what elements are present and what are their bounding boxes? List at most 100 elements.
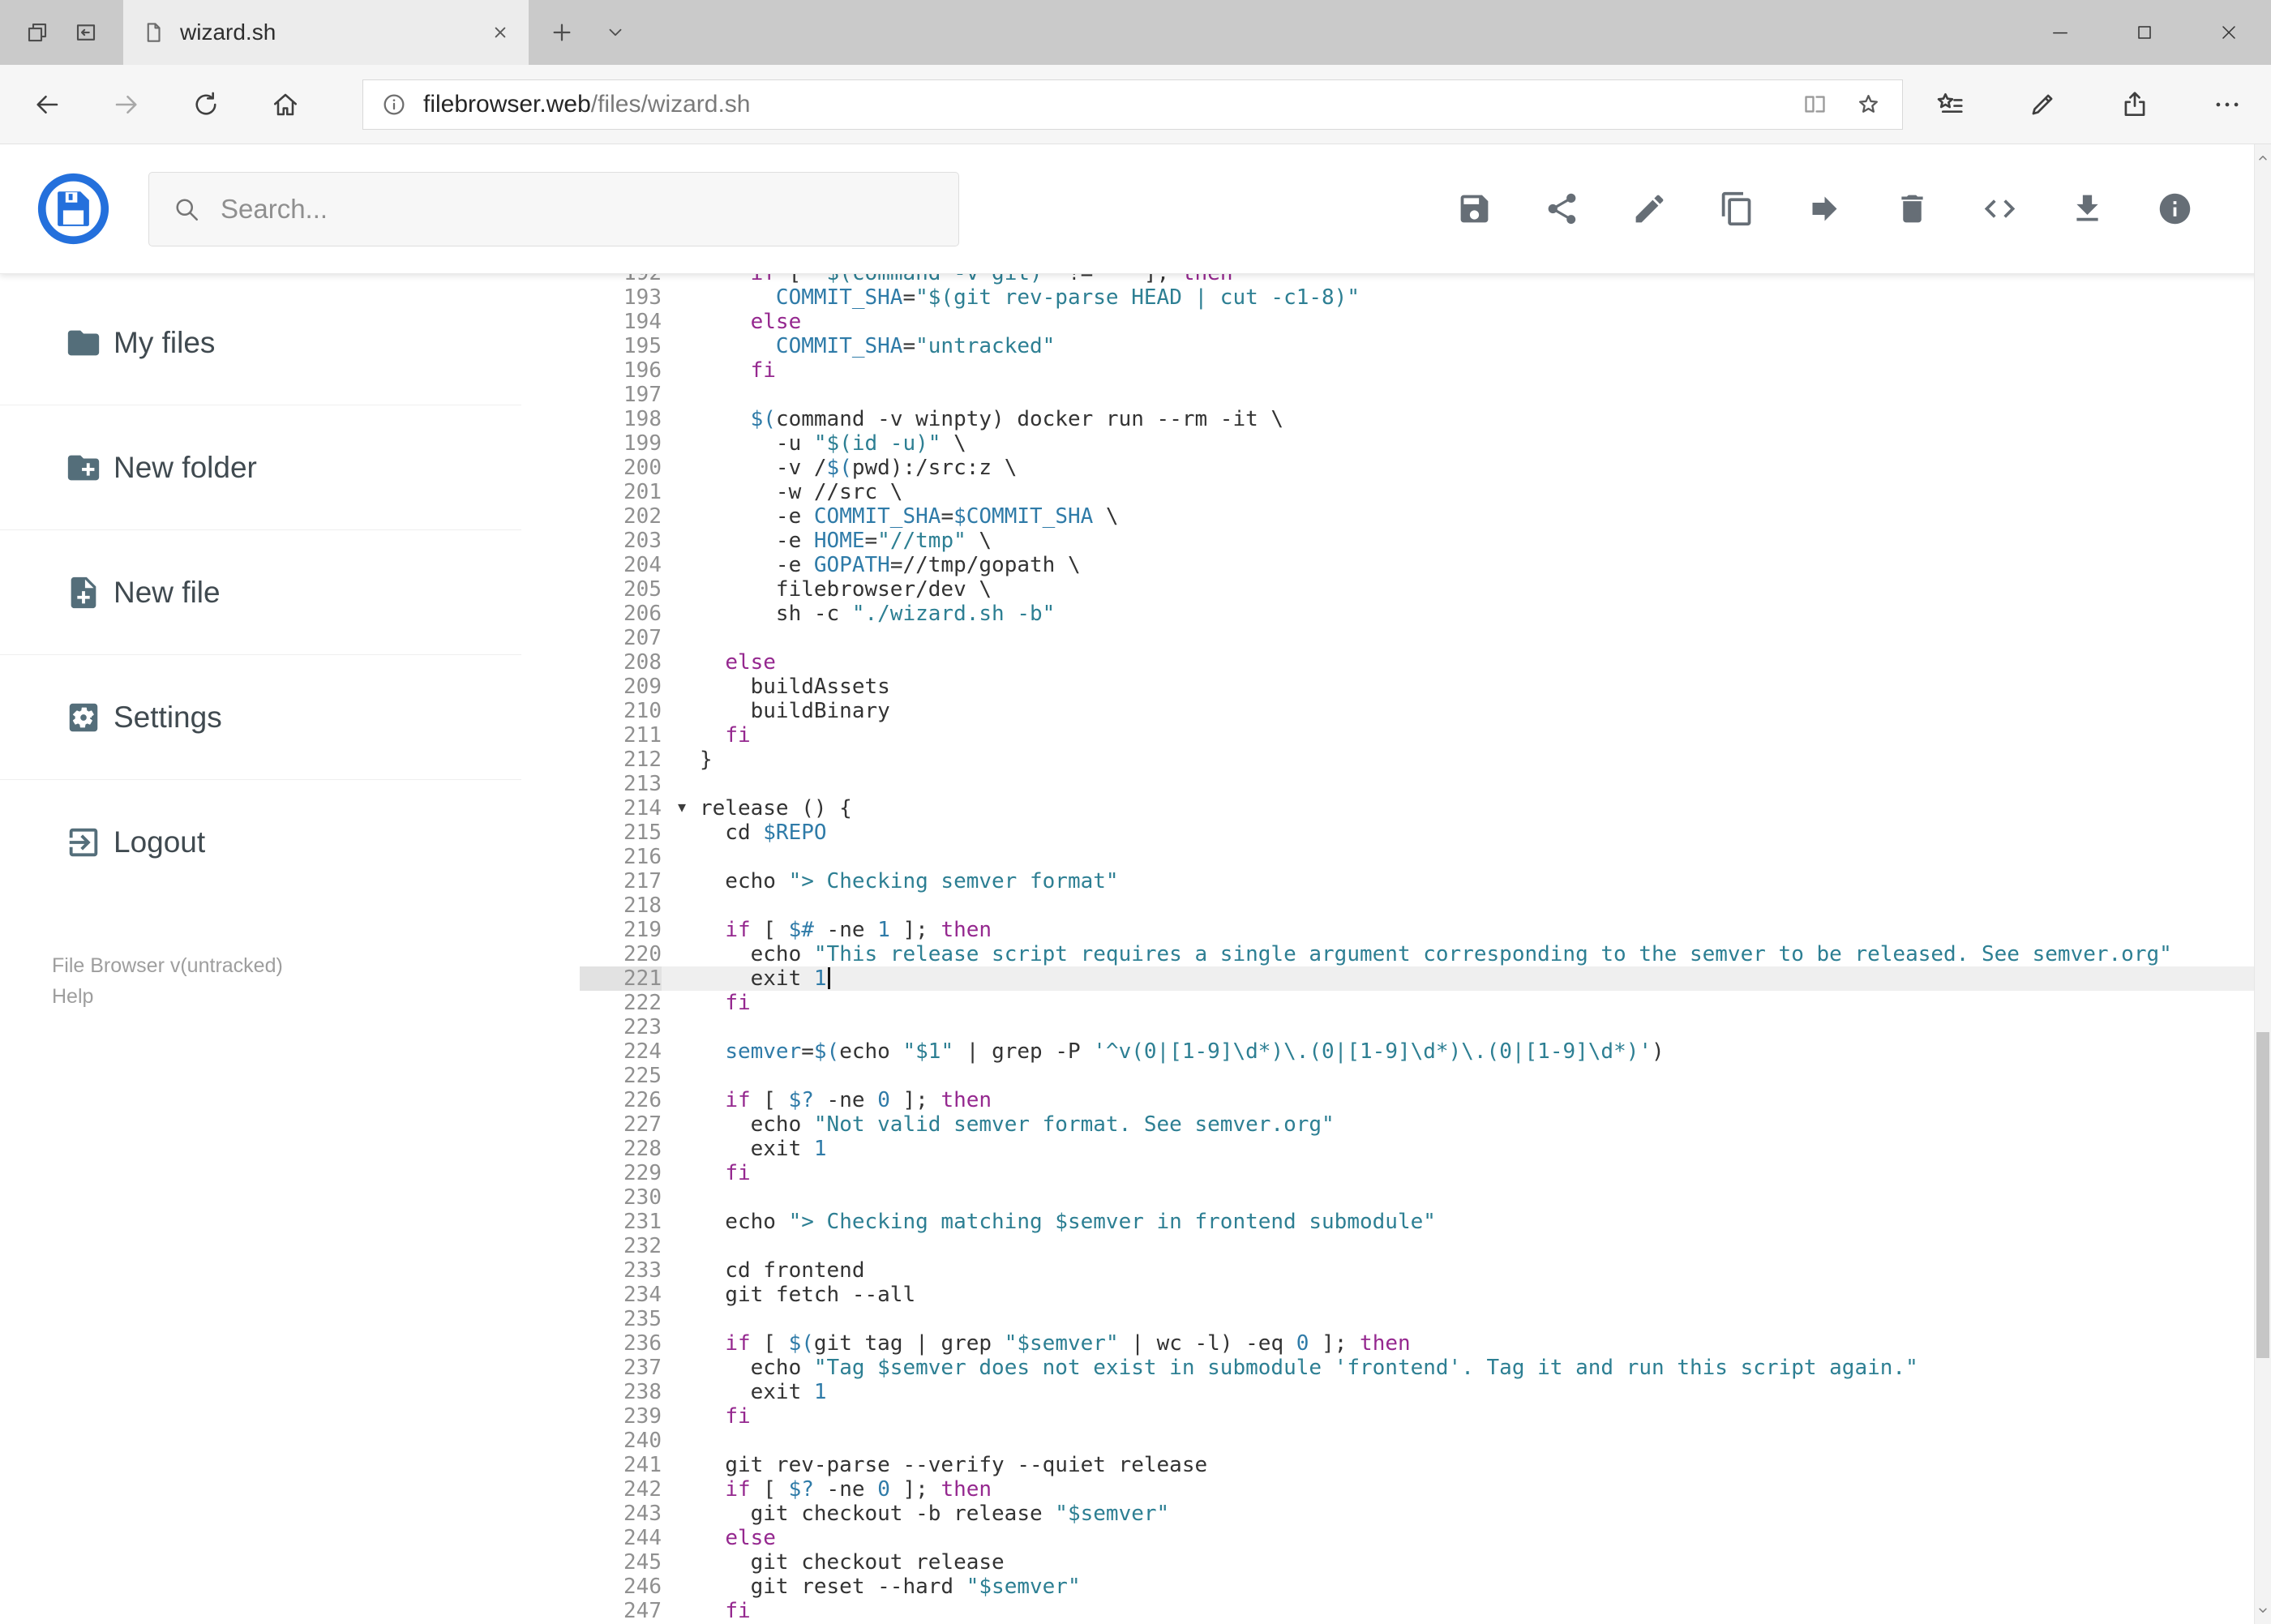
code-line[interactable]: 212}: [580, 748, 2271, 772]
favorite-button[interactable]: [1852, 88, 1884, 121]
code-line[interactable]: 219 if [ $# -ne 1 ]; then: [580, 918, 2271, 942]
share-button[interactable]: [2112, 82, 2157, 127]
forward-button[interactable]: [104, 82, 149, 127]
maximize-button[interactable]: [2102, 0, 2187, 65]
code-line[interactable]: 202 -e COMMIT_SHA=$COMMIT_SHA \: [580, 504, 2271, 529]
code-line[interactable]: 196 fi: [580, 358, 2271, 383]
code-line[interactable]: 223: [580, 1015, 2271, 1039]
code-line[interactable]: 246 git reset --hard "$semver": [580, 1575, 2271, 1599]
code-line[interactable]: 229 fi: [580, 1161, 2271, 1185]
code-line[interactable]: 220 echo "This release script requires a…: [580, 942, 2271, 966]
tab-preview-button[interactable]: [62, 0, 110, 65]
code-line[interactable]: 236 if [ $(git tag | grep "$semver" | wc…: [580, 1331, 2271, 1356]
code-line[interactable]: 221 exit 1: [580, 966, 2271, 991]
code-line[interactable]: 233 cd frontend: [580, 1258, 2271, 1283]
scrollbar[interactable]: [2254, 144, 2271, 1624]
browser-tab[interactable]: wizard.sh: [123, 0, 529, 65]
code-line[interactable]: 197: [580, 383, 2271, 407]
tabs-aside-button[interactable]: [13, 0, 62, 65]
sidebar-item-new-folder[interactable]: New folder: [0, 405, 521, 530]
code-line[interactable]: 237 echo "Tag $semver does not exist in …: [580, 1356, 2271, 1380]
code-line[interactable]: 227 echo "Not valid semver format. See s…: [580, 1112, 2271, 1137]
move-button[interactable]: [1806, 191, 1843, 227]
scrollbar-thumb[interactable]: [2256, 1032, 2269, 1358]
code-line[interactable]: 224 semver=$(echo "$1" | grep -P '^v(0|[…: [580, 1039, 2271, 1064]
code-line[interactable]: 200 -v /$(pwd):/src:z \: [580, 456, 2271, 480]
refresh-button[interactable]: [183, 82, 229, 127]
code-line[interactable]: 240: [580, 1429, 2271, 1453]
rename-button[interactable]: [1631, 191, 1668, 227]
scroll-down-button[interactable]: [2255, 1596, 2271, 1624]
code-line[interactable]: 204 -e GOPATH=//tmp/gopath \: [580, 553, 2271, 577]
code-editor[interactable]: 192 if [ "$(command -v git)" != "" ]; th…: [580, 274, 2271, 1624]
minimize-button[interactable]: [2018, 0, 2102, 65]
download-button[interactable]: [2069, 191, 2106, 227]
code-line[interactable]: 225: [580, 1064, 2271, 1088]
more-menu-button[interactable]: [2205, 82, 2250, 127]
code-line[interactable]: 226 if [ $? -ne 0 ]; then: [580, 1088, 2271, 1112]
tab-close-icon[interactable]: [490, 22, 511, 43]
code-line[interactable]: 198 $(command -v winpty) docker run --rm…: [580, 407, 2271, 431]
code-line[interactable]: 208 else: [580, 650, 2271, 675]
site-info-icon[interactable]: [381, 92, 407, 118]
help-link[interactable]: Help: [52, 981, 580, 1012]
delete-button[interactable]: [1894, 191, 1930, 227]
home-button[interactable]: [263, 82, 308, 127]
sidebar-item-logout[interactable]: Logout: [0, 780, 521, 905]
code-line[interactable]: 218: [580, 893, 2271, 918]
code-line[interactable]: 222 fi: [580, 991, 2271, 1015]
code-line[interactable]: 247 fi: [580, 1599, 2271, 1623]
new-tab-button[interactable]: [533, 0, 590, 65]
code-line[interactable]: 201 -w //src \: [580, 480, 2271, 504]
reading-view-button[interactable]: [1798, 88, 1831, 121]
code-line[interactable]: 205 filebrowser/dev \: [580, 577, 2271, 602]
address-bar[interactable]: filebrowser.web/files/wizard.sh: [362, 79, 1903, 130]
web-note-button[interactable]: [2020, 82, 2065, 127]
search-box[interactable]: [148, 171, 959, 246]
code-line[interactable]: 203 -e HOME="//tmp" \: [580, 529, 2271, 553]
code-line[interactable]: 213: [580, 772, 2271, 796]
code-line[interactable]: 232: [580, 1234, 2271, 1258]
hub-button[interactable]: [1927, 82, 1973, 127]
scroll-up-button[interactable]: [2255, 144, 2271, 172]
code-line[interactable]: 234 git fetch --all: [580, 1283, 2271, 1307]
code-line[interactable]: 244 else: [580, 1526, 2271, 1550]
filebrowser-logo-icon[interactable]: [36, 171, 111, 246]
code-line[interactable]: 216: [580, 845, 2271, 869]
info-button[interactable]: [2157, 191, 2193, 227]
search-input[interactable]: [221, 193, 936, 225]
code-line[interactable]: 211 fi: [580, 723, 2271, 748]
code-line[interactable]: 209 buildAssets: [580, 675, 2271, 699]
tab-list-button[interactable]: [590, 0, 641, 65]
code-line[interactable]: 228 exit 1: [580, 1137, 2271, 1161]
code-line[interactable]: 243 git checkout -b release "$semver": [580, 1502, 2271, 1526]
close-button[interactable]: [2187, 0, 2271, 65]
code-line[interactable]: 235: [580, 1307, 2271, 1331]
code-line[interactable]: 192 if [ "$(command -v git)" != "" ]; th…: [580, 274, 2271, 285]
sidebar-item-settings[interactable]: Settings: [0, 655, 521, 780]
back-button[interactable]: [24, 82, 70, 127]
code-line[interactable]: 242 if [ $? -ne 0 ]; then: [580, 1477, 2271, 1502]
code-line[interactable]: 245 git checkout release: [580, 1550, 2271, 1575]
source-view-button[interactable]: [1982, 191, 2018, 227]
code-line[interactable]: 231 echo "> Checking matching $semver in…: [580, 1210, 2271, 1234]
code-line[interactable]: 194 else: [580, 310, 2271, 334]
code-line[interactable]: 210 buildBinary: [580, 699, 2271, 723]
copy-button[interactable]: [1719, 191, 1755, 227]
code-line[interactable]: 199 -u "$(id -u)" \: [580, 431, 2271, 456]
code-line[interactable]: 214 ▾ release () {: [580, 796, 2271, 821]
sidebar-item-new-file[interactable]: New file: [0, 530, 521, 655]
code-line[interactable]: 207: [580, 626, 2271, 650]
code-line[interactable]: 217 echo "> Checking semver format": [580, 869, 2271, 893]
code-line[interactable]: 239 fi: [580, 1404, 2271, 1429]
share-file-button[interactable]: [1544, 191, 1580, 227]
code-line[interactable]: 215 cd $REPO: [580, 821, 2271, 845]
code-line[interactable]: 206 sh -c "./wizard.sh -b": [580, 602, 2271, 626]
sidebar-item-my-files[interactable]: My files: [0, 281, 521, 405]
code-line[interactable]: 238 exit 1: [580, 1380, 2271, 1404]
code-line[interactable]: 193 COMMIT_SHA="$(git rev-parse HEAD | c…: [580, 285, 2271, 310]
save-button[interactable]: [1456, 191, 1493, 227]
code-line[interactable]: 241 git rev-parse --verify --quiet relea…: [580, 1453, 2271, 1477]
fold-arrow-icon[interactable]: ▾: [678, 795, 686, 820]
code-line[interactable]: 195 COMMIT_SHA="untracked": [580, 334, 2271, 358]
